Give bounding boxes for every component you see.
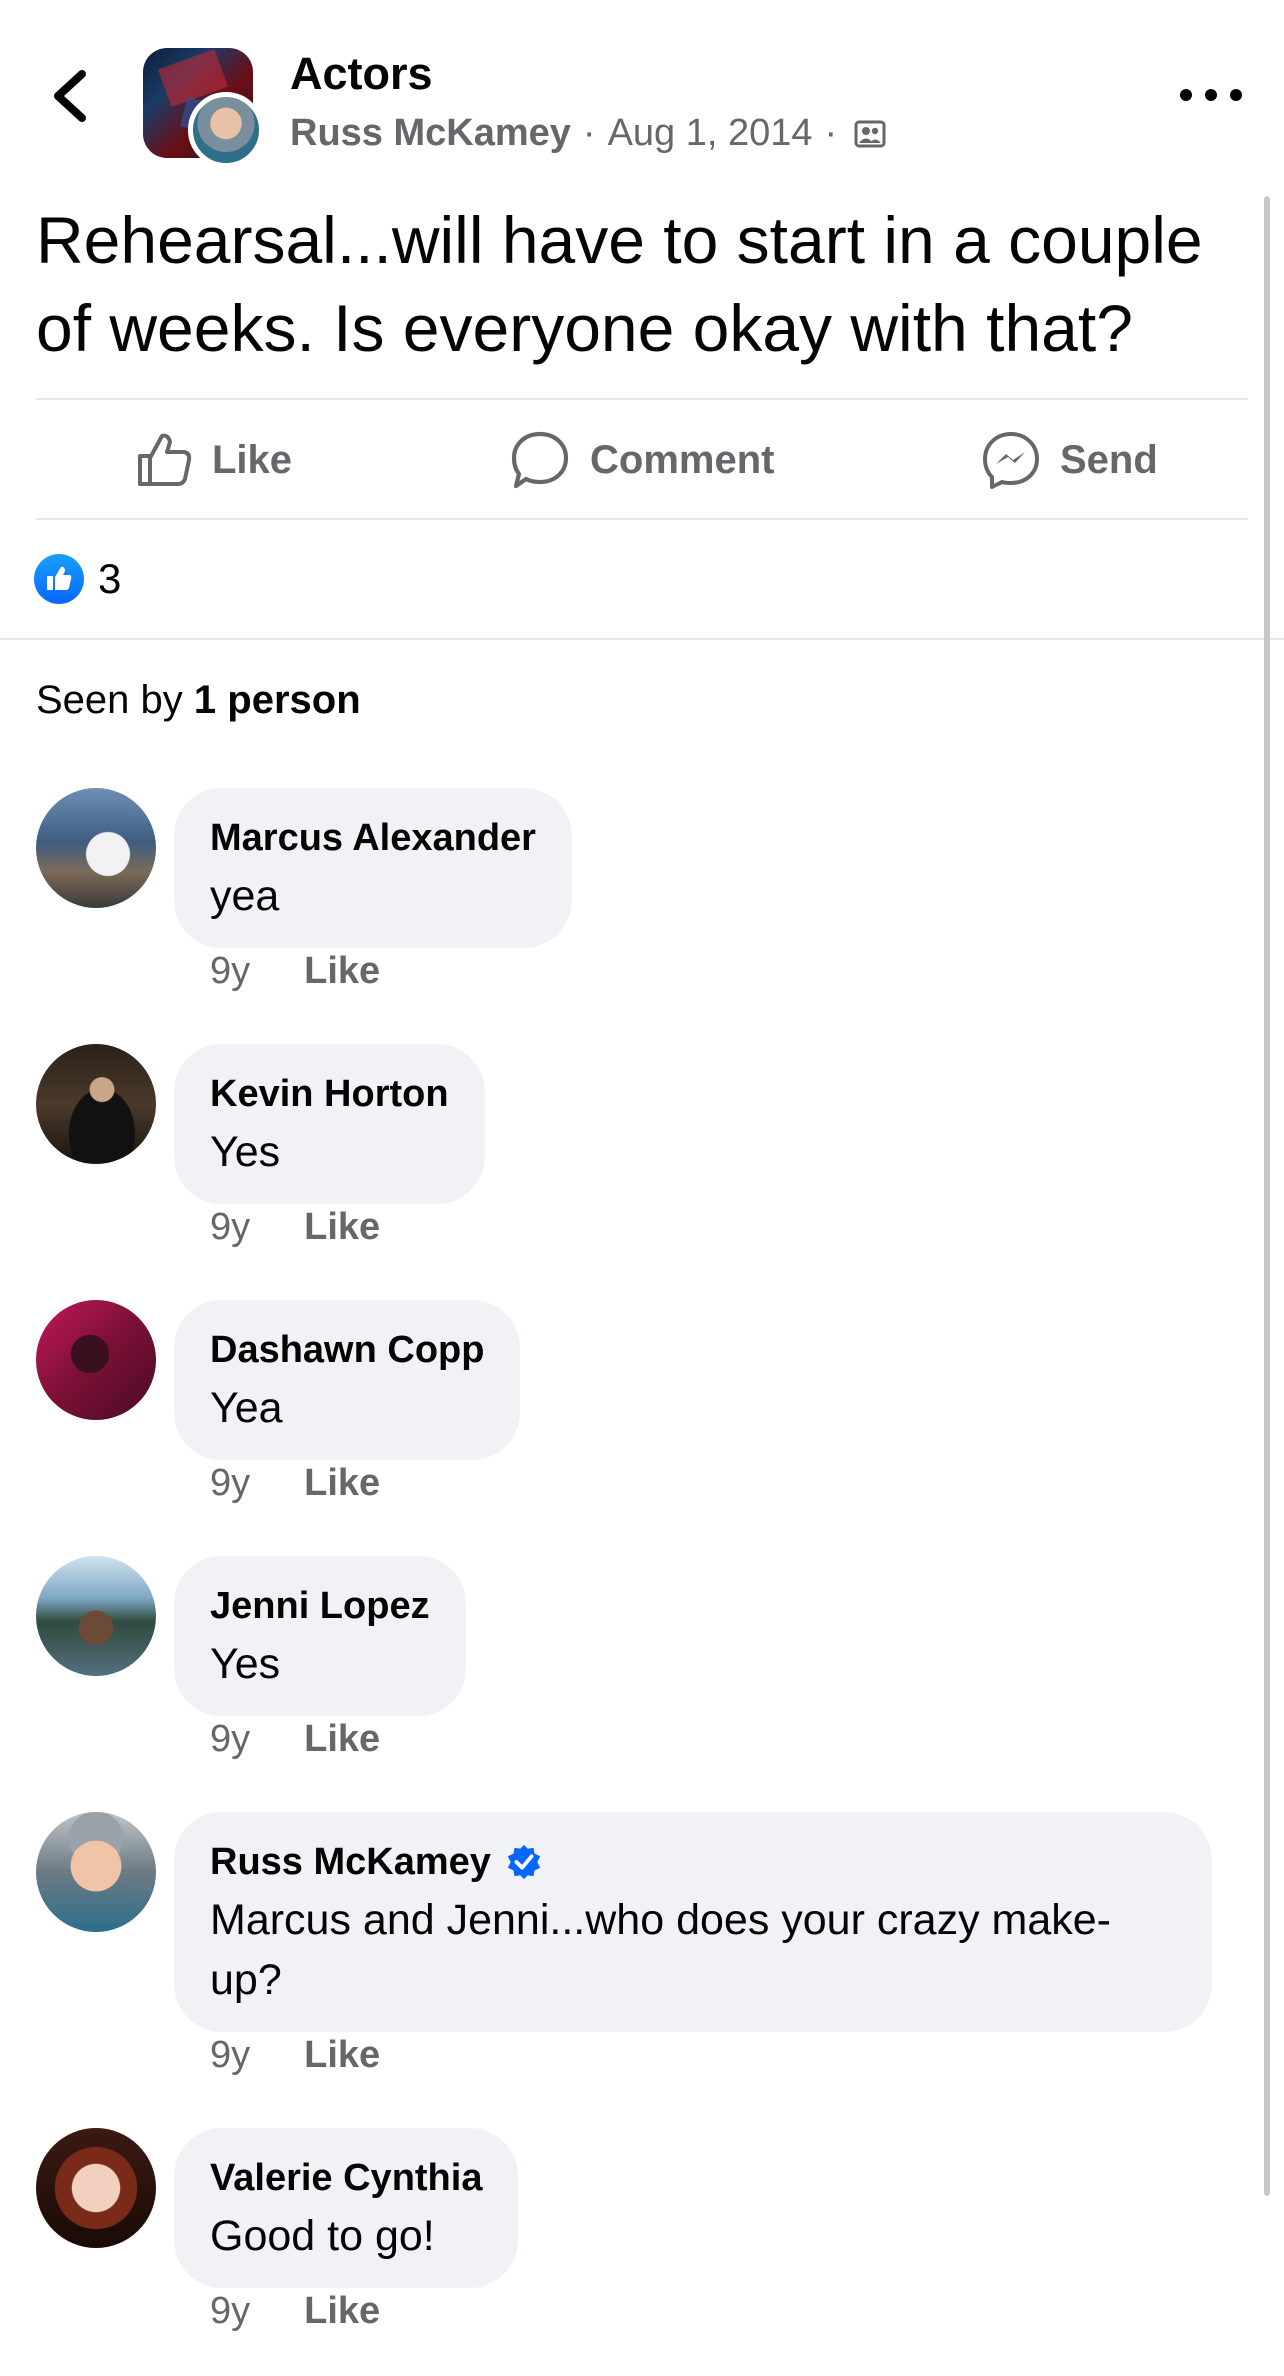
comment-meta: 9y Like (210, 1462, 380, 1505)
like-button[interactable]: Like (134, 424, 292, 496)
comment-button[interactable]: Comment (508, 424, 774, 496)
reactions-summary[interactable]: 3 (34, 554, 121, 604)
comment-text: Good to go! (210, 2212, 435, 2260)
comment-time: 9y (210, 1718, 251, 1760)
thumbs-up-icon (138, 433, 192, 486)
divider (0, 638, 1284, 640)
more-dot (1205, 89, 1217, 101)
like-reaction-icon (34, 554, 84, 604)
commenter-avatar[interactable] (36, 1300, 156, 1420)
comment-bubble[interactable]: Dashawn Copp Yea (174, 1300, 521, 1460)
comment-text: Marcus and Jenni...who does your crazy m… (210, 1896, 1112, 2004)
comment-meta: 9y Like (210, 2290, 380, 2333)
comment-text: Yes (210, 1128, 281, 1176)
comment-meta: 9y Like (210, 950, 380, 993)
meta-separator: · (582, 112, 596, 154)
commenter-avatar[interactable] (36, 788, 156, 908)
like-label: Like (212, 437, 293, 482)
comment-bubble[interactable]: Marcus Alexander yea (174, 788, 572, 948)
post-date[interactable]: Aug 1, 2014 (608, 112, 813, 155)
comment-like-button[interactable]: Like (304, 1718, 380, 1761)
send-button[interactable]: Send (980, 424, 1158, 496)
more-options-button[interactable] (1180, 80, 1242, 110)
seen-by[interactable]: Seen by 1 person (36, 678, 361, 723)
meta-separator: · (824, 112, 838, 154)
post-text: Rehearsal...will have to start in a coup… (36, 203, 1203, 365)
comment-bubble[interactable]: Russ McKamey Marcus and Jenni...who does… (174, 1812, 1212, 2032)
commenter-avatar[interactable] (36, 1044, 156, 1164)
group-name[interactable]: Actors (290, 48, 433, 100)
commenter-avatar[interactable] (36, 1556, 156, 1676)
comment-label: Comment (590, 437, 775, 482)
commenter-name[interactable]: Dashawn Copp (210, 1322, 484, 1378)
verified-badge-icon (507, 1844, 541, 1880)
comment-like-button[interactable]: Like (304, 2034, 380, 2077)
commenter-avatar[interactable] (36, 2128, 156, 2248)
comment-time: 9y (210, 1206, 251, 1248)
post-author[interactable]: Russ McKamey (290, 112, 571, 155)
comment-time: 9y (210, 1462, 251, 1504)
divider (36, 518, 1248, 520)
comment-like-button[interactable]: Like (304, 1462, 380, 1505)
commenter-name[interactable]: Marcus Alexander (210, 810, 536, 866)
comment-text: Yes (210, 1640, 281, 1688)
comment-meta: 9y Like (210, 1206, 380, 1249)
comment-meta: 9y Like (210, 2034, 380, 2077)
post-meta: Russ McKamey · Aug 1, 2014 · (290, 112, 887, 155)
comment-bubble-icon (511, 431, 569, 489)
comment-time: 9y (210, 950, 251, 992)
post-detail-screen: Actors Russ McKamey · Aug 1, 2014 · Rehe… (0, 0, 1284, 2376)
comment-text: yea (210, 872, 280, 920)
comment-like-button[interactable]: Like (304, 1206, 380, 1249)
commenter-name-row: Russ McKamey (210, 1834, 1176, 1890)
send-label: Send (1060, 437, 1158, 482)
author-avatar[interactable] (188, 92, 264, 168)
chevron-left-icon (54, 70, 86, 122)
comment-time: 9y (210, 2290, 251, 2332)
seen-count: 1 person (193, 678, 361, 722)
group-audience-icon (854, 120, 886, 147)
comment-bubble[interactable]: Valerie Cynthia Good to go! (174, 2128, 519, 2288)
back-button[interactable] (44, 66, 96, 126)
comment-time: 9y (210, 2034, 251, 2076)
messenger-icon (983, 432, 1039, 489)
commenter-name[interactable]: Jenni Lopez (210, 1578, 430, 1634)
more-dot (1180, 89, 1192, 101)
reaction-count: 3 (98, 555, 122, 602)
comment-text: Yea (210, 1384, 283, 1432)
seen-prefix: Seen by (36, 678, 183, 722)
comment-bubble[interactable]: Kevin Horton Yes (174, 1044, 485, 1204)
comment-bubble[interactable]: Jenni Lopez Yes (174, 1556, 466, 1716)
scrollbar[interactable] (1264, 196, 1270, 2196)
commenter-name[interactable]: Russ McKamey (210, 1834, 491, 1890)
comment-meta: 9y Like (210, 1718, 380, 1761)
comment-like-button[interactable]: Like (304, 2290, 380, 2333)
comment-like-button[interactable]: Like (304, 950, 380, 993)
post-header: Actors Russ McKamey · Aug 1, 2014 · (0, 0, 1284, 190)
more-dot (1230, 89, 1242, 101)
commenter-name[interactable]: Valerie Cynthia (210, 2150, 482, 2206)
commenter-name[interactable]: Kevin Horton (210, 1066, 449, 1122)
commenter-avatar[interactable] (36, 1812, 156, 1932)
divider (36, 398, 1248, 400)
